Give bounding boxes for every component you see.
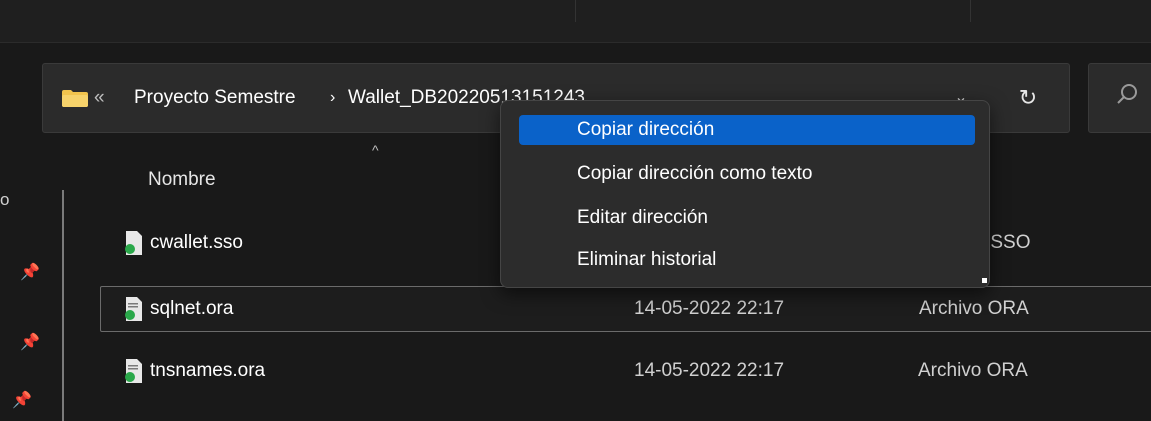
file-type: Archivo ORA (919, 298, 1029, 319)
overflow-chevron[interactable]: « (94, 83, 105, 113)
file-name: tnsnames.ora (150, 360, 266, 381)
file-name: sqlnet.ora (150, 298, 234, 319)
file-icon (125, 359, 142, 383)
file-icon (125, 231, 142, 255)
sort-ascending-icon: ^ (372, 142, 379, 158)
menu-item-copy-address[interactable]: Copiar dirección (519, 115, 975, 145)
title-bar (0, 0, 1151, 43)
file-row-selected[interactable]: sqlnet.ora 14-05-2022 22:17 Archivo ORA (100, 286, 1151, 332)
title-bar-divider (575, 0, 576, 22)
cursor-dot (982, 278, 987, 283)
nav-partial-label[interactable]: o (0, 190, 9, 210)
pin-icon: 📌 (12, 392, 32, 409)
folder-icon (62, 90, 88, 107)
menu-item-edit-address[interactable]: Editar dirección (519, 203, 975, 233)
column-header-name[interactable]: Nombre (148, 166, 216, 194)
file-date: 14-05-2022 22:17 (634, 360, 785, 381)
file-type: Archivo ORA (918, 360, 1028, 381)
refresh-icon[interactable]: ↻ (1010, 80, 1046, 116)
nav-pane-divider (62, 190, 64, 421)
file-name: cwallet.sso (150, 232, 243, 253)
pin-icon: 📌 (20, 334, 40, 351)
context-menu: Copiar dirección Copiar dirección como t… (500, 100, 990, 288)
title-bar-divider (970, 0, 971, 22)
breadcrumb-separator[interactable]: › (330, 83, 335, 113)
file-date: 14-05-2022 22:17 (634, 298, 785, 319)
menu-item-delete-history[interactable]: Eliminar historial (519, 245, 975, 275)
search-icon[interactable] (1112, 80, 1142, 110)
file-icon (125, 297, 142, 321)
menu-item-copy-address-as-text[interactable]: Copiar dirección como texto (519, 159, 975, 189)
file-row[interactable]: tnsnames.ora 14-05-2022 22:17 Archivo OR… (100, 348, 1151, 394)
breadcrumb-proyecto-semestre[interactable]: Proyecto Semestre (134, 83, 296, 113)
pin-icon: 📌 (20, 264, 40, 281)
